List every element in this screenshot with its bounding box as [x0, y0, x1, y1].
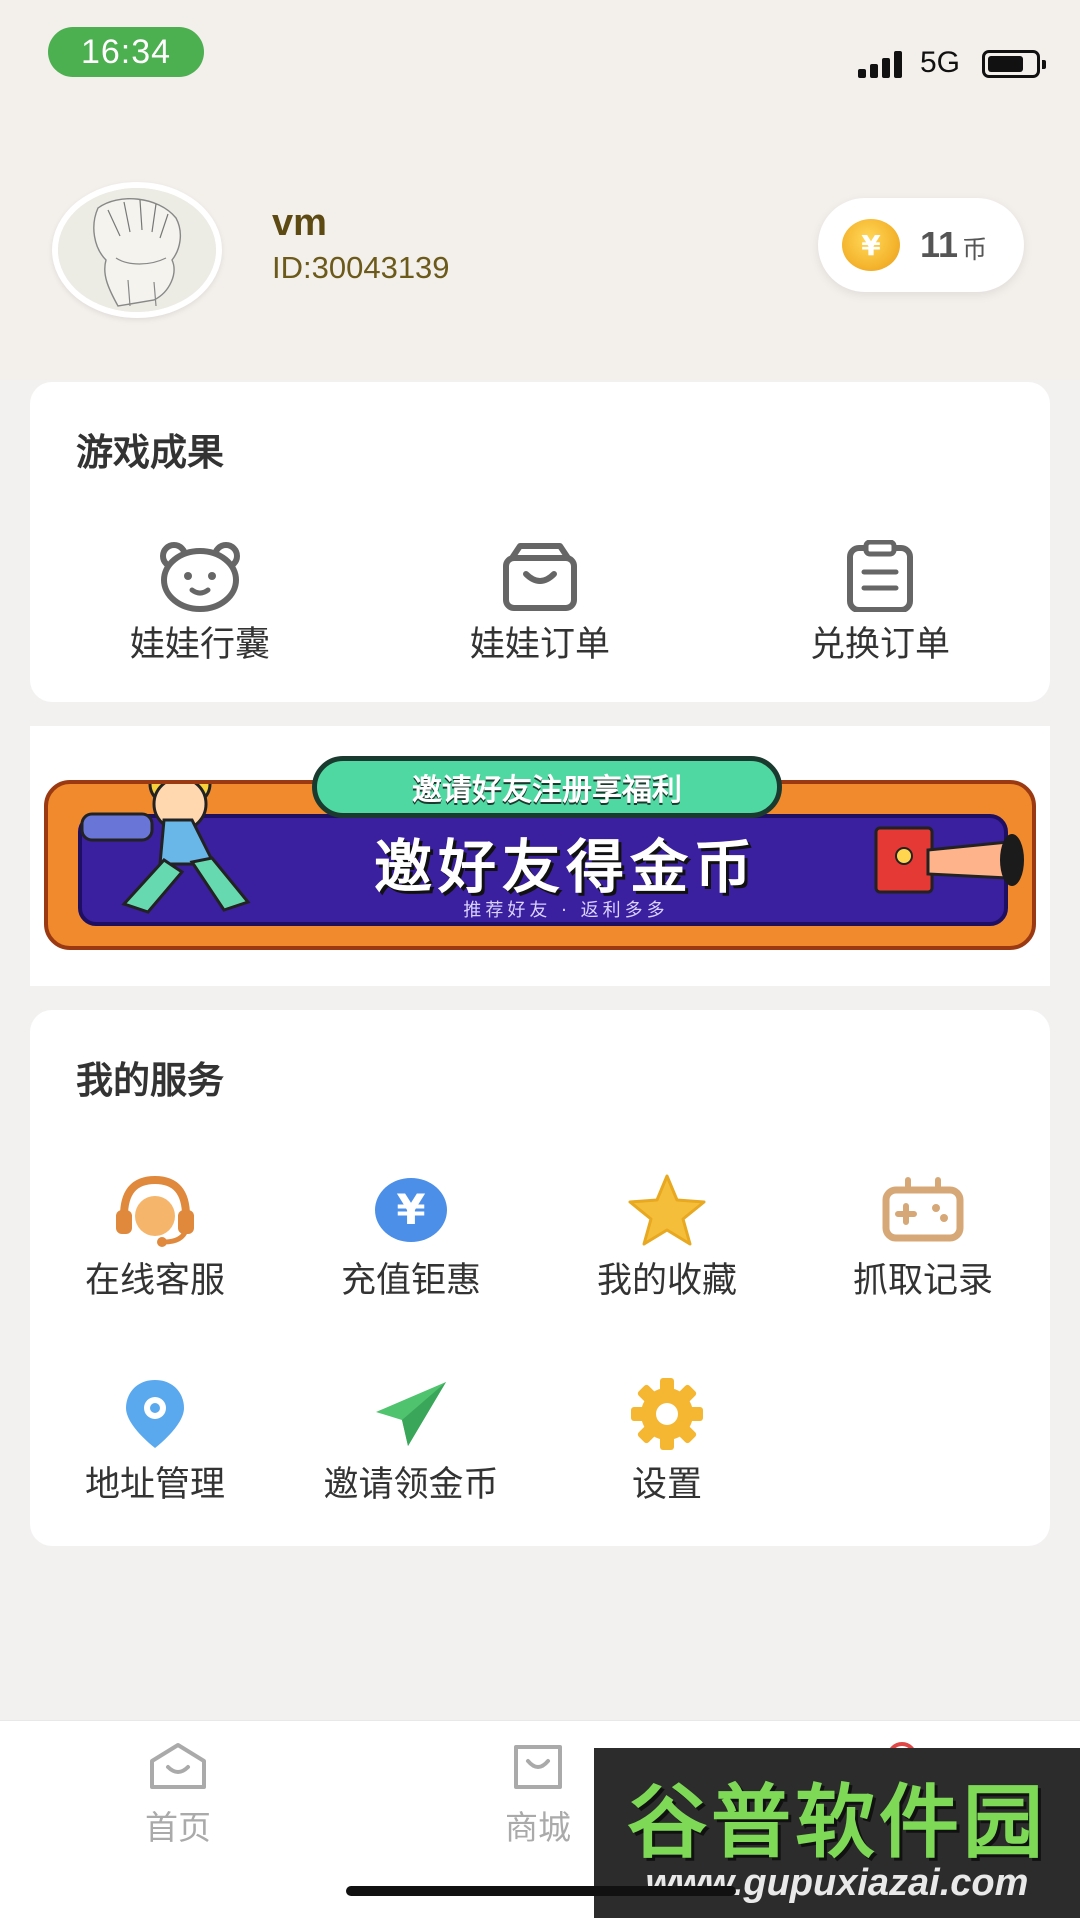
- banner-sub-text: 推荐好友 · 返利多多: [463, 900, 669, 921]
- home-icon: [150, 1743, 206, 1789]
- network-type: 5G: [920, 46, 961, 79]
- paper-plane-icon: [376, 1382, 446, 1446]
- service-invite-coins[interactable]: 邀请领金币: [306, 1376, 516, 1507]
- service-grab-records[interactable]: 抓取记录: [818, 1172, 1028, 1303]
- section-title: 我的服务: [76, 1059, 224, 1102]
- grid-item-label: 娃娃订单: [469, 625, 610, 665]
- service-label: 抓取记录: [852, 1261, 993, 1301]
- status-bar: 16:34 5G: [0, 0, 1080, 110]
- signal-icon: [858, 50, 908, 78]
- clipboard-icon: [847, 539, 913, 613]
- tab-label: 商城: [505, 1808, 571, 1847]
- coin-value: 11: [920, 224, 959, 265]
- shop-bag-icon: [514, 1745, 562, 1789]
- grid-item-doll-orders[interactable]: 娃娃订单: [440, 540, 640, 667]
- avatar[interactable]: [52, 182, 222, 318]
- coin-unit: 币: [962, 235, 988, 264]
- tab-label: 首页: [145, 1808, 211, 1847]
- banner-main-text: 邀好友得金币: [373, 833, 758, 901]
- headset-icon: [116, 1175, 194, 1247]
- service-label: 地址管理: [84, 1465, 225, 1505]
- service-label: 邀请领金币: [323, 1465, 499, 1505]
- service-address-management[interactable]: 地址管理: [50, 1376, 260, 1507]
- service-label: 我的收藏: [596, 1261, 737, 1301]
- star-icon: [628, 1174, 706, 1246]
- tab-shop[interactable]: 商城: [478, 1741, 598, 1849]
- game-results-card: 游戏成果 娃娃行囊 娃娃订单 兑换订单: [30, 382, 1050, 702]
- watermark-logo: 谷普软件园: [627, 1776, 1047, 1869]
- grid-item-label: 娃娃行囊: [129, 625, 270, 665]
- service-online-support[interactable]: 在线客服: [50, 1172, 260, 1303]
- service-label: 充值钜惠: [340, 1261, 481, 1301]
- service-label: 设置: [631, 1465, 702, 1505]
- service-label: 在线客服: [84, 1261, 225, 1301]
- carousel-indicator[interactable]: [524, 952, 556, 960]
- service-settings[interactable]: 设置: [562, 1376, 772, 1507]
- grid-item-exchange-orders[interactable]: 兑换订单: [780, 539, 980, 667]
- bear-face-icon: [160, 542, 240, 612]
- red-envelope-hand-illustration: [874, 826, 1024, 894]
- grid-item-doll-bag[interactable]: 娃娃行囊: [100, 540, 300, 667]
- status-time: 16:34: [48, 27, 204, 77]
- svg-text:¥: ¥: [396, 1185, 425, 1234]
- cartoon-boy-illustration: [80, 784, 251, 914]
- service-favorites[interactable]: 我的收藏: [562, 1172, 772, 1303]
- watermark-url: www.gupuxiazai.com: [645, 1862, 1029, 1904]
- service-recharge-deals[interactable]: ¥ 充值钜惠: [306, 1172, 516, 1303]
- tab-home[interactable]: 首页: [118, 1741, 238, 1849]
- coin-balance[interactable]: ¥ 11 币: [818, 198, 1024, 292]
- shopping-bag-icon: [503, 543, 577, 611]
- location-pin-icon: [126, 1380, 184, 1448]
- invite-banner[interactable]: 邀请好友注册享福利 邀好友得金币 推荐好友 · 返利多多: [30, 726, 1050, 986]
- yuan-coin-icon: ¥: [375, 1178, 447, 1242]
- home-indicator[interactable]: [346, 1886, 736, 1896]
- banner-top-text: 邀请好友注册享福利: [312, 756, 782, 818]
- coin-icon: ¥: [842, 219, 900, 271]
- username: vm: [272, 202, 327, 244]
- section-title: 游戏成果: [76, 431, 224, 474]
- services-card: 我的服务 在线客服 ¥ 充值钜惠 我的收藏 抓取记录 地址管理 邀请领金币 设置: [30, 1010, 1050, 1546]
- gear-icon: [631, 1378, 703, 1450]
- grid-item-label: 兑换订单: [809, 625, 950, 665]
- battery-icon: [982, 50, 1046, 78]
- user-id: ID:30043139: [272, 250, 450, 285]
- gamepad-icon: [882, 1177, 964, 1242]
